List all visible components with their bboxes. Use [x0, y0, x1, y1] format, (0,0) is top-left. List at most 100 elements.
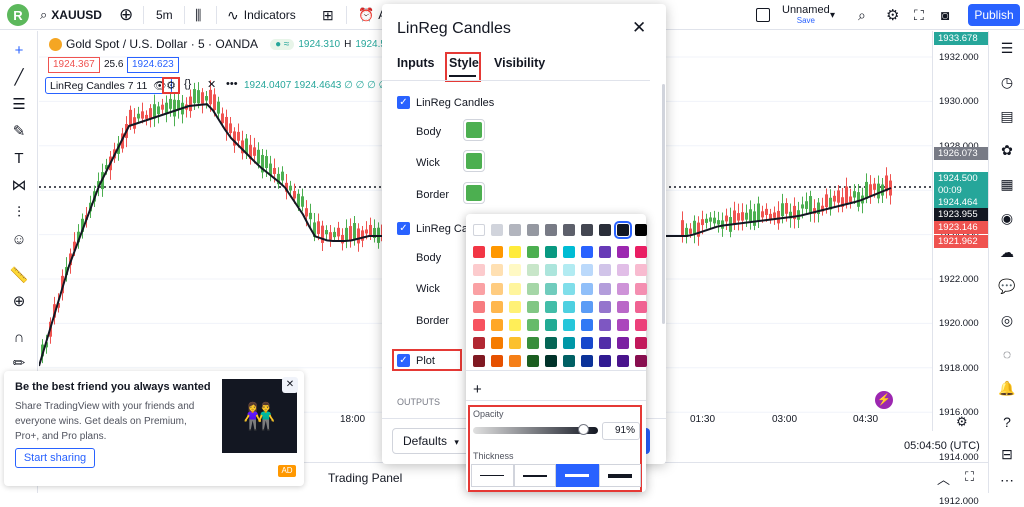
color-swatch-cell[interactable]: [527, 355, 539, 368]
candles-icon[interactable]: ⫼: [195, 0, 201, 30]
color-swatch-cell[interactable]: [617, 319, 629, 331]
clock-label[interactable]: 05:04:50 (UTC): [904, 440, 980, 452]
tab-inputs[interactable]: Inputs: [397, 56, 435, 70]
publish-button[interactable]: Publish: [968, 4, 1020, 26]
bell-icon[interactable]: 🔔: [996, 377, 1018, 399]
buy-button[interactable]: 1924.623: [127, 57, 179, 73]
border-color-swatch[interactable]: [463, 182, 485, 204]
price-axis[interactable]: 1932.0001930.0001928.0001926.0001924.000…: [932, 31, 988, 507]
color-swatch-cell[interactable]: [563, 319, 575, 331]
more-apps-icon[interactable]: ⋯: [996, 469, 1018, 491]
color-swatch-cell[interactable]: [599, 282, 611, 295]
color-swatch-cell[interactable]: [635, 300, 647, 313]
data-window-icon[interactable]: ▤: [996, 105, 1018, 127]
remove-indicator-icon[interactable]: ✕: [207, 78, 216, 91]
color-swatch-cell[interactable]: [617, 246, 629, 259]
user-avatar[interactable]: R: [7, 4, 29, 26]
color-swatch-cell[interactable]: [635, 337, 647, 350]
color-swatch-cell[interactable]: [581, 224, 593, 236]
linreg-candles-checkbox[interactable]: ✓: [397, 96, 410, 109]
plot-checkbox[interactable]: ✓: [397, 354, 410, 367]
color-swatch-cell[interactable]: [635, 224, 647, 236]
color-swatch-cell[interactable]: [617, 355, 629, 368]
color-swatch-cell[interactable]: [491, 264, 503, 277]
color-swatch-cell[interactable]: [635, 282, 647, 295]
layout-dropdown-icon[interactable]: ▾: [830, 0, 835, 30]
color-swatch-cell[interactable]: [581, 264, 593, 277]
color-swatch-cell[interactable]: [545, 300, 557, 313]
color-swatch-cell[interactable]: [527, 337, 539, 350]
color-swatch-cell[interactable]: [635, 319, 647, 331]
color-swatch-cell[interactable]: [545, 319, 557, 331]
color-swatch-cell[interactable]: [527, 282, 539, 295]
color-swatch-cell[interactable]: [563, 264, 575, 277]
trading-panel-tab[interactable]: Trading Panel: [328, 471, 402, 485]
lock-drawing-icon[interactable]: ✏: [9, 353, 29, 373]
color-swatch-cell[interactable]: [491, 300, 503, 313]
color-swatch-cell[interactable]: [473, 300, 485, 313]
color-swatch-cell[interactable]: [491, 355, 503, 368]
brush-icon[interactable]: ✎: [9, 121, 29, 141]
opacity-slider-handle[interactable]: [578, 424, 589, 435]
color-swatch-cell[interactable]: [635, 355, 647, 368]
more-icon[interactable]: •••: [226, 78, 238, 90]
color-swatch-cell[interactable]: [617, 300, 629, 313]
color-swatch-cell[interactable]: [635, 264, 647, 277]
crosshair-icon[interactable]: +: [9, 40, 29, 60]
hotlists-icon[interactable]: ✿: [996, 139, 1018, 161]
color-swatch-cell[interactable]: [509, 319, 521, 331]
maximize-icon[interactable]: ⛶: [965, 469, 974, 485]
magnet-icon[interactable]: ∩: [9, 327, 29, 347]
wick-color-swatch[interactable]: [463, 150, 485, 172]
color-swatch-cell[interactable]: [599, 355, 611, 368]
tab-visibility[interactable]: Visibility: [494, 56, 545, 70]
color-swatch-cell[interactable]: [527, 264, 539, 277]
close-icon[interactable]: ✕: [282, 377, 298, 393]
color-swatch-cell[interactable]: [509, 282, 521, 295]
color-swatch-cell[interactable]: [563, 337, 575, 350]
color-swatch-cell[interactable]: [491, 282, 503, 295]
close-dialog-icon[interactable]: ✕: [632, 18, 646, 38]
color-swatch-cell[interactable]: [581, 319, 593, 331]
gear-icon[interactable]: ⚙: [886, 0, 899, 30]
color-swatch-cell[interactable]: [527, 300, 539, 313]
color-swatch-cell[interactable]: [617, 337, 629, 350]
color-swatch-cell[interactable]: [545, 246, 557, 259]
color-swatch-cell[interactable]: [545, 264, 557, 277]
color-swatch-cell[interactable]: [563, 246, 575, 259]
color-swatch-cell[interactable]: [491, 319, 503, 331]
body-color-swatch[interactable]: [463, 119, 485, 141]
color-swatch-cell[interactable]: [614, 221, 632, 239]
color-swatch-cell[interactable]: [581, 337, 593, 350]
color-swatch-cell[interactable]: [617, 264, 629, 277]
camera-icon[interactable]: ◙: [941, 0, 949, 30]
color-swatch-cell[interactable]: [509, 264, 521, 277]
color-swatch-cell[interactable]: [581, 246, 593, 259]
color-swatch-cell[interactable]: [509, 224, 521, 236]
color-swatch-cell[interactable]: [563, 282, 575, 295]
zoom-in-icon[interactable]: ⊕: [9, 291, 29, 311]
color-swatch-cell[interactable]: [509, 355, 521, 368]
color-swatch-cell[interactable]: [599, 337, 611, 350]
thickness-option-2[interactable]: [513, 464, 556, 487]
help-icon[interactable]: ?: [996, 411, 1018, 433]
color-swatch-cell[interactable]: [599, 224, 611, 236]
sell-button[interactable]: 1924.367: [48, 57, 100, 73]
color-swatch-cell[interactable]: [581, 282, 593, 295]
color-swatch-cell[interactable]: [473, 246, 485, 259]
quick-search-icon[interactable]: ⌕: [858, 0, 866, 30]
color-swatch-cell[interactable]: [581, 355, 593, 368]
dialog-scrollbar[interactable]: [662, 84, 665, 324]
broadcast-icon[interactable]: ◌: [996, 343, 1018, 365]
layout-checkbox[interactable]: [756, 0, 770, 30]
prediction-icon[interactable]: ⫶: [9, 202, 29, 222]
color-swatch-cell[interactable]: [563, 355, 575, 368]
add-symbol-icon[interactable]: ⊕: [119, 0, 133, 30]
color-swatch-cell[interactable]: [473, 224, 485, 236]
source-code-icon[interactable]: {}: [184, 78, 191, 90]
thickness-option-4[interactable]: [598, 464, 641, 487]
thickness-option-3[interactable]: [556, 464, 599, 487]
linreg-candles-2-checkbox[interactable]: ✓: [397, 222, 410, 235]
emoji-icon[interactable]: ☺: [9, 229, 29, 249]
color-swatch-cell[interactable]: [473, 282, 485, 295]
